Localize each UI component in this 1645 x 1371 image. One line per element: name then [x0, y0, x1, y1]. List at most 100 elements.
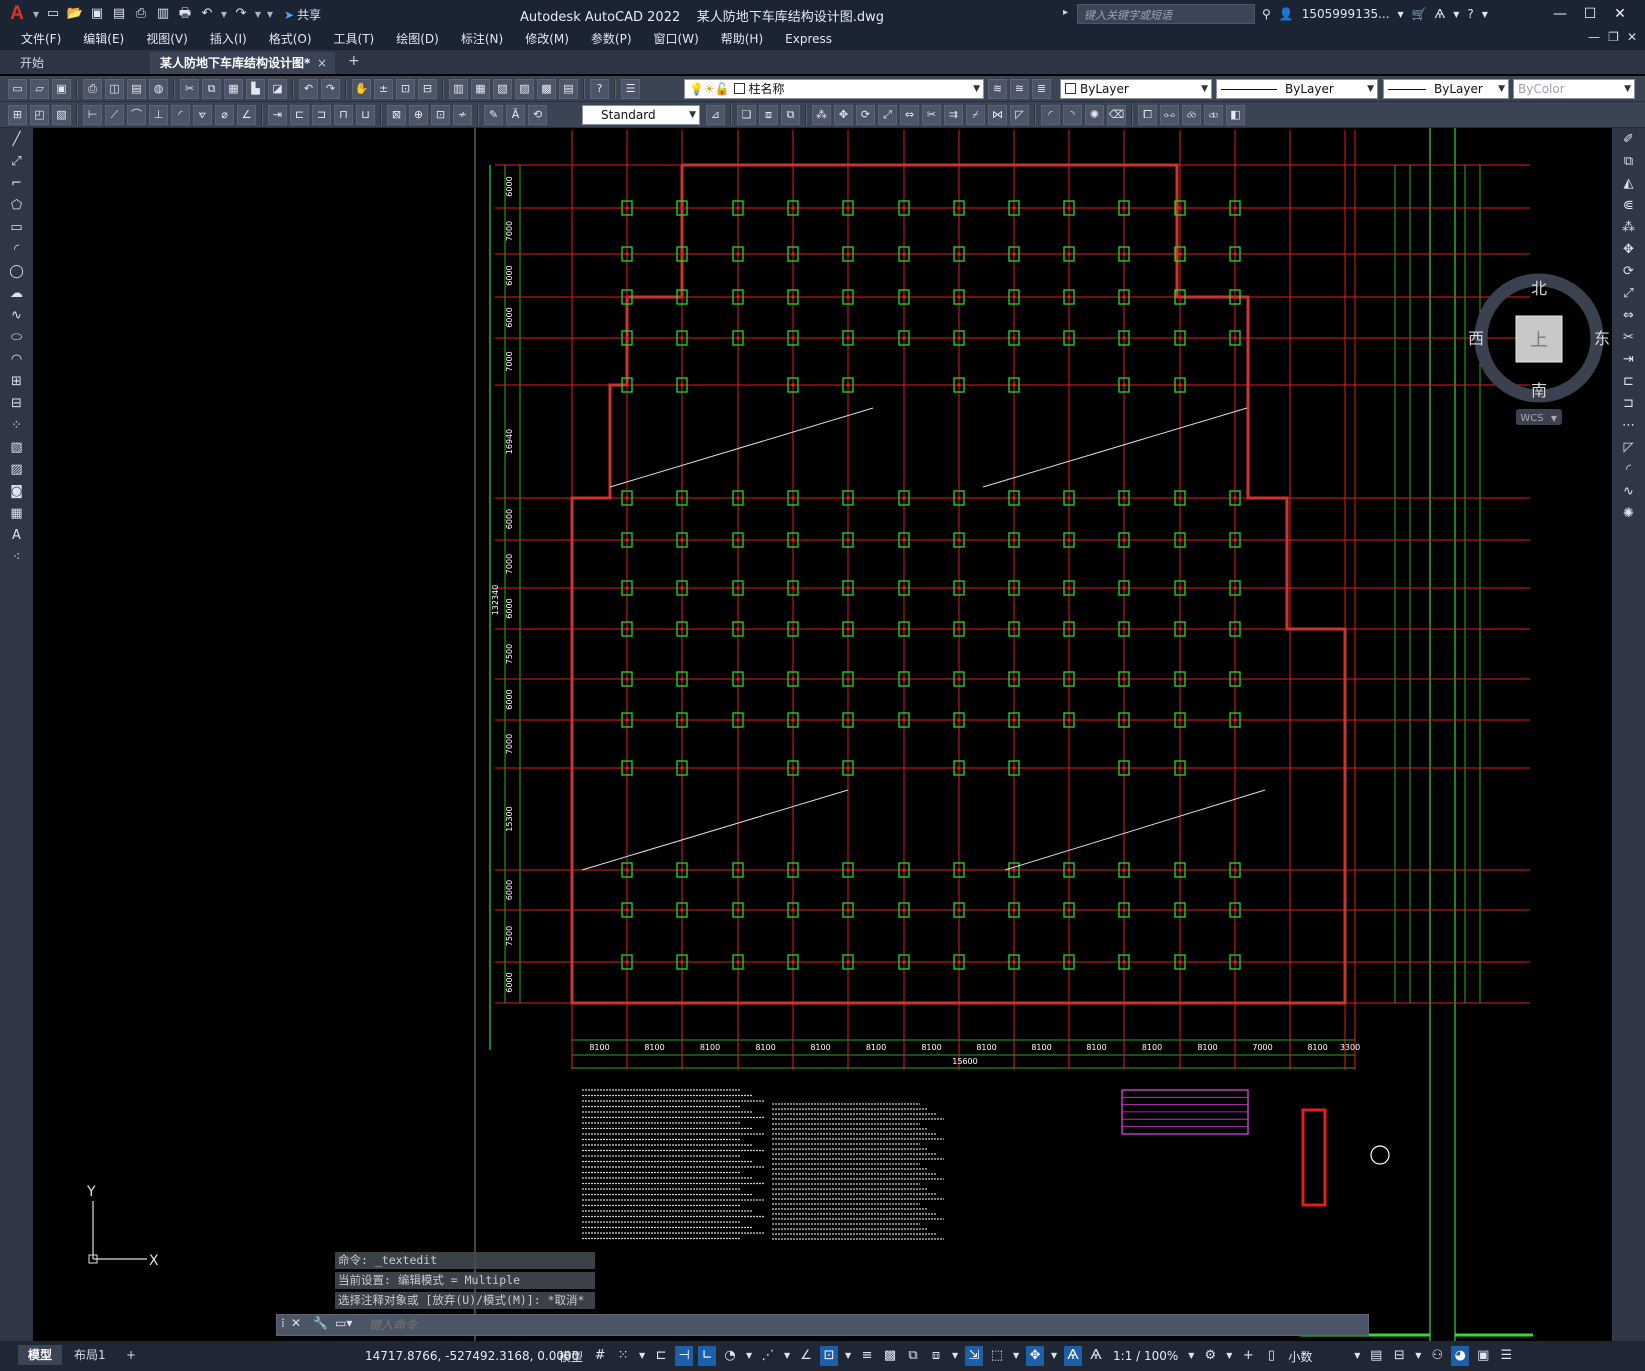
- cut-icon[interactable]: ✂: [180, 79, 199, 99]
- dim-ordinate-icon[interactable]: ⊥: [149, 105, 168, 125]
- construction-line-icon[interactable]: ⤢: [7, 152, 27, 172]
- explode-icon[interactable]: ✺: [1085, 105, 1104, 125]
- scale-icon[interactable]: ⤢: [878, 105, 897, 125]
- viewcube[interactable]: 上 北 南 东 西 WCS ▼: [1454, 268, 1612, 448]
- dim-arc-icon[interactable]: ⌒: [127, 105, 146, 125]
- layer-state-icon[interactable]: ≣: [1032, 79, 1051, 99]
- point-icon[interactable]: ⁘: [7, 416, 27, 436]
- undo-dropdown-icon[interactable]: ▼: [220, 10, 228, 19]
- fillet-icon[interactable]: ◜: [1619, 460, 1639, 480]
- tab-active-drawing[interactable]: 某人防地下车库结构设计图* ×: [150, 52, 335, 74]
- draworder-back-icon[interactable]: ⧟: [1160, 105, 1179, 125]
- table-icon[interactable]: ▦: [7, 504, 27, 524]
- open-icon[interactable]: 📂: [66, 5, 84, 23]
- blend-icon[interactable]: ∿: [1619, 482, 1639, 502]
- spline-icon[interactable]: ∿: [7, 306, 27, 326]
- save-icon[interactable]: ▣: [52, 79, 71, 99]
- region-icon[interactable]: ◙: [7, 482, 27, 502]
- zoom-realtime-icon[interactable]: ±: [374, 79, 393, 99]
- block-icon[interactable]: ◰: [30, 105, 49, 125]
- offset-icon[interactable]: ⋐: [1619, 196, 1639, 216]
- help-icon[interactable]: ?: [590, 79, 609, 99]
- doc-restore-icon[interactable]: ❐: [1608, 30, 1619, 44]
- undo-icon[interactable]: ↶: [299, 79, 318, 99]
- new-icon[interactable]: ▭: [44, 5, 62, 23]
- save-as-icon[interactable]: ▤: [110, 5, 128, 23]
- zoom-previous-icon[interactable]: ⊟: [418, 79, 437, 99]
- preview-icon[interactable]: ◫: [105, 79, 124, 99]
- menu-tools[interactable]: 工具(T): [323, 28, 386, 50]
- chevron-down-icon[interactable]: ▼: [782, 1346, 792, 1366]
- polygon-icon[interactable]: ⬠: [7, 196, 27, 216]
- quick-properties-icon[interactable]: ▤: [1367, 1346, 1385, 1366]
- chevron-down-icon[interactable]: ▼: [1413, 1346, 1423, 1366]
- zoom-window-icon[interactable]: ⊡: [396, 79, 415, 99]
- layer-previous-icon[interactable]: ≊: [1010, 79, 1029, 99]
- mirror-icon[interactable]: ⧈: [759, 105, 778, 125]
- cart-icon[interactable]: 🛒: [1412, 7, 1427, 21]
- workspace-gear-icon[interactable]: ⚙: [1201, 1346, 1219, 1366]
- tab-layout1[interactable]: 布局1: [64, 1345, 116, 1365]
- menu-view[interactable]: 视图(V): [135, 28, 199, 50]
- menu-parametric[interactable]: 参数(P): [580, 28, 643, 50]
- menu-window[interactable]: 窗口(W): [643, 28, 710, 50]
- break-icon[interactable]: ⊐: [1619, 394, 1639, 414]
- menu-help[interactable]: 帮助(H): [710, 28, 774, 50]
- chevron-down-icon[interactable]: ▼: [744, 1346, 754, 1366]
- inspection-icon[interactable]: ⊡: [431, 105, 450, 125]
- erase-icon[interactable]: ✐: [1619, 130, 1639, 150]
- recent-commands-icon[interactable]: ▭▾: [335, 1316, 352, 1330]
- dim-jogged-icon[interactable]: ⦡: [193, 105, 212, 125]
- array-icon[interactable]: ⁂: [812, 105, 831, 125]
- dim-linear-icon[interactable]: ⊢: [83, 105, 102, 125]
- dim-continue-icon[interactable]: ⊐: [312, 105, 331, 125]
- menu-dimension[interactable]: 标注(N): [450, 28, 514, 50]
- 3d-osnap-icon[interactable]: ⧈: [927, 1346, 945, 1366]
- osnap-tracking-icon[interactable]: ∠: [797, 1346, 815, 1366]
- make-current-layer-icon[interactable]: ≋: [988, 79, 1007, 99]
- chamfer-icon[interactable]: ◸: [1619, 438, 1639, 458]
- line-icon[interactable]: ╱: [7, 130, 27, 150]
- doc-close-icon[interactable]: ✕: [1627, 30, 1637, 44]
- redo-icon[interactable]: ↷: [232, 5, 250, 23]
- chevron-down-icon[interactable]: ▼: [637, 1346, 647, 1366]
- jogged-linear-icon[interactable]: ≁: [453, 105, 472, 125]
- mirror-icon[interactable]: ◭: [1619, 174, 1639, 194]
- drawing-svg[interactable]: 6000 7000 6000 6000 7000 16940 6000 7000 6000 750…: [33, 128, 1612, 1341]
- tab-model[interactable]: 模型: [18, 1345, 63, 1365]
- draworder-above-icon[interactable]: ⧝: [1182, 105, 1201, 125]
- paste-icon[interactable]: ▦: [224, 79, 243, 99]
- rectangle-icon[interactable]: ▭: [7, 218, 27, 238]
- user-icon[interactable]: 👤: [1279, 7, 1294, 21]
- ortho-icon[interactable]: ∟: [698, 1346, 717, 1366]
- chevron-down-icon[interactable]: ▼: [32, 10, 40, 19]
- save-icon[interactable]: ▣: [88, 5, 106, 23]
- tolerance-icon[interactable]: ⊠: [387, 105, 406, 125]
- erase-icon[interactable]: ⌫: [1107, 105, 1126, 125]
- dim-radius-icon[interactable]: ◜: [171, 105, 190, 125]
- units-icon[interactable]: ▯: [1262, 1346, 1280, 1366]
- search-input[interactable]: 键入关键字或短语: [1077, 4, 1255, 24]
- menu-insert[interactable]: 插入(I): [199, 28, 258, 50]
- search-icon[interactable]: ⚲: [1262, 7, 1271, 21]
- linetype-dropdown[interactable]: ByLayer ▼: [1216, 79, 1378, 99]
- publish-icon[interactable]: ⎙: [132, 5, 150, 23]
- expand-arrow-icon[interactable]: ▸: [1063, 7, 1068, 18]
- break-point-icon[interactable]: ⊏: [1619, 372, 1639, 392]
- join-icon[interactable]: ⋈: [988, 105, 1007, 125]
- chevron-down-icon[interactable]: ▼: [843, 1346, 853, 1366]
- dynamic-ucs-icon[interactable]: ⇲: [965, 1346, 984, 1366]
- trim-icon[interactable]: ✂: [1619, 328, 1639, 348]
- units-dropdown[interactable]: 小数: [1285, 1348, 1347, 1365]
- dim-text-edit-icon[interactable]: Ā: [506, 105, 525, 125]
- 3dprint-icon[interactable]: ◍: [149, 79, 168, 99]
- designcenter-icon[interactable]: ▦: [471, 79, 490, 99]
- qnew-icon[interactable]: ▭: [8, 79, 27, 99]
- revcloud-icon[interactable]: ☁: [7, 284, 27, 304]
- dim-break-icon[interactable]: ⊔: [356, 105, 375, 125]
- customize-icon[interactable]: 🔧: [313, 1316, 328, 1330]
- clean-screen-icon[interactable]: ▣: [1474, 1346, 1492, 1366]
- center-mark-icon[interactable]: ⊕: [409, 105, 428, 125]
- chevron-down-icon[interactable]: ▼: [1224, 1346, 1234, 1366]
- offset-icon[interactable]: ⧉: [781, 105, 800, 125]
